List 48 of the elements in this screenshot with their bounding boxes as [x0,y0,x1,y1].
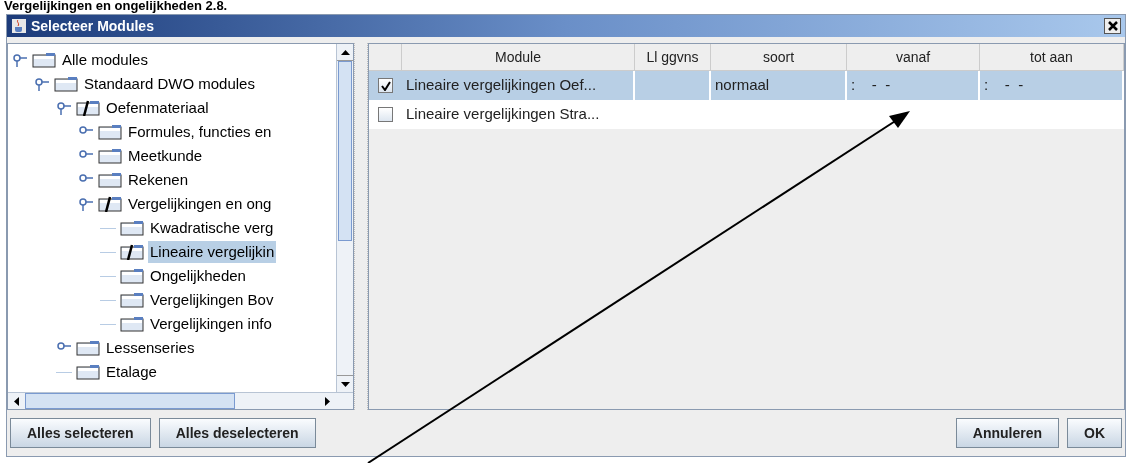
dialog-button[interactable]: Alles deselecteren [158,418,316,448]
dialog-button[interactable]: OK [1067,418,1122,448]
table-cell-text: Lineaire vergelijkingen Stra... [406,104,600,125]
close-button[interactable] [1104,18,1121,34]
coffee-cup-icon [11,18,27,34]
right-arrow-icon [325,396,330,406]
column-header[interactable]: Ll ggvns [635,44,711,70]
dialog-button[interactable]: Alles selecteren [10,418,151,448]
checkbox[interactable] [378,107,393,122]
table-row[interactable]: Lineaire vergelijkingen Oef... normaal : - - : - - [369,71,1124,100]
vertical-scrollbar[interactable] [336,44,353,392]
close-icon [1107,21,1118,31]
check-icon [380,80,391,91]
left-arrow-icon [14,396,19,406]
table-cell-text: Lineaire vergelijkingen Oef... [406,75,597,96]
tree-item[interactable]: Formules, functies en [126,120,274,144]
checkbox[interactable] [378,78,393,93]
expanded-handle-icon[interactable] [34,77,50,91]
column-header[interactable]: soort [711,44,847,70]
page-heading: Vergelijkingen en ongelijkheden 2.8. [3,0,229,14]
expanded-handle-icon[interactable] [78,197,94,211]
tree-item[interactable]: Vergelijkingen Bov [148,288,276,312]
tree-item[interactable]: Lineaire vergelijkin [148,240,277,264]
column-header[interactable]: tot aan [980,44,1124,70]
table-row[interactable]: Lineaire vergelijkingen Stra... [369,100,1124,129]
table-cell-text: : - - [851,75,891,96]
tree-item[interactable]: Rekenen [126,168,191,192]
dialog-button[interactable]: Annuleren [955,418,1059,448]
tree-item[interactable]: Meetkunde [126,144,205,168]
tree-item[interactable]: Vergelijkingen en ong [126,192,274,216]
tree-item[interactable]: Standaard DWO modules [82,72,257,96]
tree-item[interactable]: Vergelijkingen info [148,312,274,336]
tree-item[interactable]: Ongelijkheden [148,264,248,288]
tree-item[interactable]: Lessenseries [104,336,197,360]
horizontal-scrollbar[interactable] [8,392,353,409]
column-header[interactable]: Module [402,44,635,70]
down-arrow-icon [340,381,350,387]
tree-item[interactable]: Alle modules [60,48,150,72]
window-title: Selecteer Modules [31,16,155,36]
table-cell-text: normaal [715,75,770,96]
table-cell-text: : - - [984,75,1024,96]
tree-item[interactable]: Etalage [104,360,159,384]
tree-item[interactable]: Kwadratische verg [148,216,276,240]
tree-item[interactable]: Oefenmateriaal [104,96,211,120]
expanded-handle-icon[interactable] [56,101,72,115]
expanded-handle-icon[interactable] [12,53,28,67]
column-header[interactable]: vanaf [847,44,980,70]
up-arrow-icon [340,49,350,55]
